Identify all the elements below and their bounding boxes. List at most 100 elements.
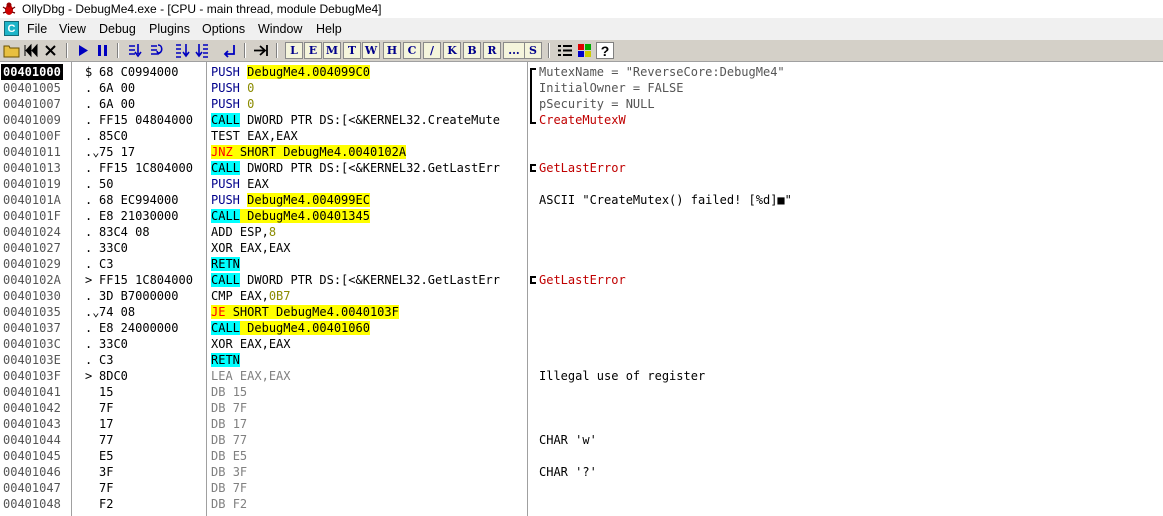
menu-view[interactable]: View: [59, 21, 86, 37]
disasm-row[interactable]: 00401043 17 DB 17: [0, 416, 1163, 432]
disasm-row[interactable]: 00401007. 6A 00 PUSH 0 pSecurity = NULL: [0, 96, 1163, 112]
disassembly-cell: CALL DebugMe4.00401060: [211, 320, 370, 336]
disasm-row[interactable]: 0040100F. 85C0 TEST EAX,EAX: [0, 128, 1163, 144]
disasm-row[interactable]: 00401029. C3 RETN: [0, 256, 1163, 272]
menu-file[interactable]: File: [27, 21, 47, 37]
toolbar-separator: [117, 43, 119, 58]
source-window-button[interactable]: S: [524, 42, 542, 59]
disasm-row[interactable]: 00401000 $68 C0994000 PUSH DebugMe4.004099…: [0, 64, 1163, 80]
window-title: OllyDbg - DebugMe4.exe - [CPU - main thr…: [22, 2, 382, 16]
mnemonic: TEST: [211, 129, 240, 143]
open-folder-icon[interactable]: [3, 42, 21, 59]
disassembly-cell: RETN: [211, 256, 240, 272]
disassembly-cell: CALL DebugMe4.00401345: [211, 208, 370, 224]
log-window-button[interactable]: L: [285, 42, 303, 59]
operand: EAX,EAX: [239, 241, 291, 255]
step-over-icon[interactable]: [148, 42, 166, 59]
pause-icon[interactable]: [94, 42, 112, 59]
disassembly-cell: JE SHORT DebugMe4.0040103F: [211, 304, 399, 320]
jump-mark: $: [85, 65, 93, 79]
call-stack-window-button[interactable]: K: [443, 42, 461, 59]
run-icon[interactable]: [74, 42, 92, 59]
address-cell: 00401035: [3, 305, 61, 319]
operand: EAX,EAX: [239, 337, 291, 351]
disasm-row[interactable]: 00401047 7F DB 7F: [0, 480, 1163, 496]
disasm-row[interactable]: 00401037. E8 24000000 CALL DebugMe4.004010…: [0, 320, 1163, 336]
disasm-row[interactable]: 0040101F. E8 21030000 CALL DebugMe4.004013…: [0, 208, 1163, 224]
mnemonic: CMP: [211, 289, 233, 303]
cpu-window-icon[interactable]: C: [4, 21, 19, 36]
go-to-icon[interactable]: [252, 42, 270, 59]
breakpoints-window-button[interactable]: B: [463, 42, 481, 59]
disasm-row[interactable]: 00401045 E5 DB E5: [0, 448, 1163, 464]
toolbar-separator: [548, 43, 550, 58]
modules-window-button[interactable]: E: [304, 42, 322, 59]
handles-window-button[interactable]: H: [383, 42, 401, 59]
disassembly-cell: CMP EAX,0B7: [211, 288, 291, 304]
ollydbg-bug-icon: [2, 2, 16, 15]
disasm-row[interactable]: 00401024. 83C4 08 ADD ESP,8: [0, 224, 1163, 240]
disassembly-cell: PUSH DebugMe4.004099C0: [211, 64, 370, 80]
disassembly-cell: PUSH DebugMe4.004099EC: [211, 192, 370, 208]
threads-window-button[interactable]: T: [343, 42, 361, 59]
disassembly-cell: DB 15: [211, 384, 247, 400]
disasm-row[interactable]: 0040101A. 68 EC994000 PUSH DebugMe4.004099…: [0, 192, 1163, 208]
disasm-row[interactable]: 00401011 .⌄ 75 17 JNZ SHORT DebugMe4.004010…: [0, 144, 1163, 160]
menu-help[interactable]: Help: [316, 21, 342, 37]
disasm-row[interactable]: 00401035 .⌄ 74 08 JE SHORT DebugMe4.0040103…: [0, 304, 1163, 320]
step-into-icon[interactable]: [126, 42, 144, 59]
address-cell: 0040101A: [3, 193, 61, 207]
menu-window[interactable]: Window: [258, 21, 302, 37]
comment-cell: pSecurity = NULL: [539, 97, 655, 111]
disasm-row[interactable]: 00401027. 33C0 XOR EAX,EAX: [0, 240, 1163, 256]
mnemonic: CALL: [211, 161, 240, 175]
mnemonic: PUSH: [211, 81, 240, 95]
help-icon[interactable]: ?: [596, 42, 614, 59]
address-cell: 0040102A: [3, 273, 61, 287]
execute-till-return-icon[interactable]: [220, 42, 238, 59]
disassembly-cell: ADD ESP,8: [211, 224, 276, 240]
toolbar-separator: [276, 43, 278, 58]
trace-into-icon[interactable]: [173, 42, 191, 59]
disassembly-pane[interactable]: 00401000 $68 C0994000 PUSH DebugMe4.004099…: [0, 62, 1163, 516]
list-icon[interactable]: [556, 42, 574, 59]
hex-dump-cell: 6A 00: [99, 81, 136, 95]
disasm-row[interactable]: 00401044 77 DB 77 CHAR 'w': [0, 432, 1163, 448]
close-icon[interactable]: [42, 42, 60, 59]
argument-bracket: [530, 68, 536, 124]
mnemonic: LEA: [211, 369, 233, 383]
memory-window-button[interactable]: M: [323, 42, 341, 59]
disasm-row[interactable]: 00401042 7F DB 7F: [0, 400, 1163, 416]
windows-window-button[interactable]: W: [362, 42, 380, 59]
disasm-row[interactable]: 0040103F >8DC0 LEA EAX,EAX Illegal use of r…: [0, 368, 1163, 384]
operand: EAX,0B7: [239, 289, 291, 303]
jump-mark: .: [85, 353, 93, 367]
disasm-row[interactable]: 00401046 3F DB 3F CHAR '?': [0, 464, 1163, 480]
disasm-row[interactable]: 00401009. FF15 04804000 CALL DWORD PTR DS:…: [0, 112, 1163, 128]
disasm-row[interactable]: 00401041 15 DB 15: [0, 384, 1163, 400]
disasm-row[interactable]: 00401013. FF15 1C804000 CALL DWORD PTR DS:…: [0, 160, 1163, 176]
references-window-button[interactable]: R: [483, 42, 501, 59]
cpu-window-button[interactable]: C: [403, 42, 421, 59]
menu-options[interactable]: Options: [202, 21, 245, 37]
menu-plugins[interactable]: Plugins: [149, 21, 190, 37]
patches-window-button[interactable]: /: [423, 42, 441, 59]
disasm-row[interactable]: 00401005. 6A 00 PUSH 0 InitialOwner = FALSE: [0, 80, 1163, 96]
comment-cell: GetLastError: [539, 273, 626, 287]
disasm-row[interactable]: 00401048 F2 DB F2: [0, 496, 1163, 512]
disasm-row[interactable]: 00401019. 50 PUSH EAX: [0, 176, 1163, 192]
trace-over-icon[interactable]: [194, 42, 212, 59]
run-trace-window-button[interactable]: ...: [503, 42, 525, 59]
restart-icon[interactable]: [22, 42, 40, 59]
mnemonic: DB: [211, 465, 226, 479]
appearance-icon[interactable]: [576, 42, 594, 59]
disasm-row[interactable]: 00401030. 3D B7000000 CMP EAX,0B7: [0, 288, 1163, 304]
disasm-row[interactable]: 0040102A > FF15 1C804000 CALL DWORD PTR DS:…: [0, 272, 1163, 288]
jump-mark: .: [85, 241, 93, 255]
menu-debug[interactable]: Debug: [99, 21, 136, 37]
operand: 0: [247, 81, 255, 95]
jump-mark: .: [85, 129, 93, 143]
disasm-row[interactable]: 0040103C. 33C0 XOR EAX,EAX: [0, 336, 1163, 352]
disasm-row[interactable]: 0040103E. C3 RETN: [0, 352, 1163, 368]
disassembly-cell: PUSH 0: [211, 96, 254, 112]
